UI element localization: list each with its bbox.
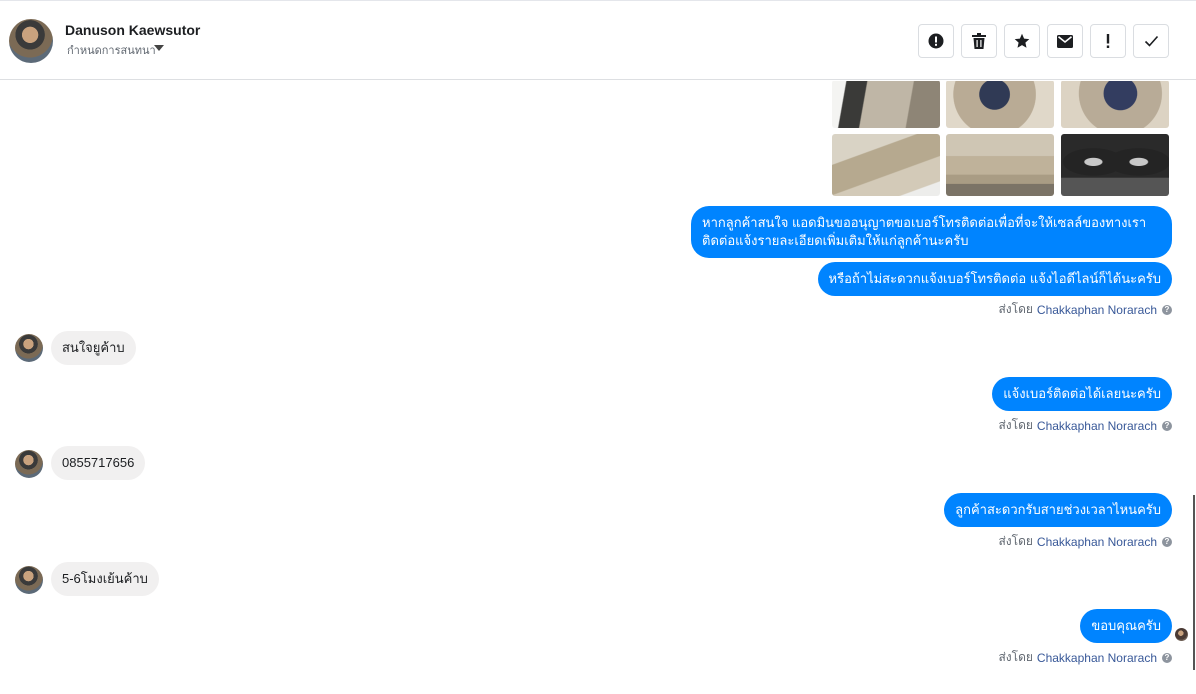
message-text: หรือถ้าไม่สะดวกแจ้งเบอร์โทรติดต่อ แจ้งไอ… [828, 271, 1161, 286]
sent-by-label: ส่งโดย Chakkaphan Norarach ? [998, 300, 1172, 319]
sender-name-link[interactable]: Chakkaphan Norarach [1037, 303, 1157, 317]
sender-name-link[interactable]: Chakkaphan Norarach [1037, 419, 1157, 433]
incoming-message[interactable]: สนใจยูค้าบ [51, 331, 136, 365]
sent-by-prefix: ส่งโดย [998, 650, 1033, 664]
alert-circle-icon [928, 33, 944, 49]
message-text-line: หากลูกค้าสนใจ แอดมินขออนุญาตขอเบอร์โทรติ… [702, 215, 1147, 230]
sender-name-link[interactable]: Chakkaphan Norarach [1037, 535, 1157, 549]
message-text: ลูกค้าสะดวกรับสายช่วงเวลาไหนครับ [955, 502, 1161, 517]
message-thread[interactable]: หากลูกค้าสนใจ แอดมินขออนุญาตขอเบอร์โทรติ… [0, 81, 1196, 694]
photo-steering-wheel-2[interactable] [1061, 81, 1169, 128]
outgoing-message[interactable]: ลูกค้าสะดวกรับสายช่วงเวลาไหนครับ [944, 493, 1172, 527]
outgoing-message[interactable]: หรือถ้าไม่สะดวกแจ้งเบอร์โทรติดต่อ แจ้งไอ… [817, 262, 1172, 296]
help-icon[interactable]: ? [1162, 652, 1172, 663]
sender-name-link[interactable]: Chakkaphan Norarach [1037, 651, 1157, 665]
message-text: ขอบคุณครับ [1091, 618, 1161, 633]
help-icon[interactable]: ? [1162, 536, 1172, 547]
sent-by-prefix: ส่งโดย [998, 418, 1033, 432]
message-text: 5-6โมงเย้นค้าบ [62, 571, 148, 586]
incoming-message[interactable]: 5-6โมงเย้นค้าบ [51, 562, 159, 596]
scrollbar-thumb[interactable] [1193, 495, 1195, 670]
message-text: แจ้งเบอร์ติดต่อได้เลยนะครับ [1003, 386, 1161, 401]
sent-by-label: ส่งโดย Chakkaphan Norarach ? [998, 648, 1172, 667]
sent-by-prefix: ส่งโดย [998, 302, 1033, 316]
trash-icon [972, 33, 986, 49]
exclamation-icon [1106, 34, 1110, 48]
sent-by-prefix: ส่งโดย [998, 534, 1033, 548]
envelope-icon [1057, 34, 1073, 48]
help-icon[interactable]: ? [1162, 304, 1172, 315]
message-text: 0855717656 [62, 455, 135, 470]
incoming-message[interactable]: 0855717656 [51, 446, 146, 480]
message-text-line: ติดต่อแจ้งรายละเอียดเพิ่มเติมให้แก่ลูกค้… [702, 233, 969, 248]
contact-avatar-small[interactable] [15, 334, 43, 362]
contact-avatar-small[interactable] [15, 566, 43, 594]
photo-rear-seats[interactable] [946, 134, 1054, 196]
follow-up-button[interactable] [1090, 24, 1126, 58]
spam-button[interactable] [918, 24, 954, 58]
contact-name[interactable]: Danuson Kaewsutor [65, 22, 200, 38]
mark-done-button[interactable] [1133, 24, 1169, 58]
sent-by-label: ส่งโดย Chakkaphan Norarach ? [998, 416, 1172, 435]
outgoing-message[interactable]: แจ้งเบอร์ติดต่อได้เลยนะครับ [992, 377, 1172, 411]
contact-avatar[interactable] [9, 19, 53, 63]
seen-avatar [1175, 628, 1188, 641]
outgoing-message[interactable]: หากลูกค้าสนใจ แอดมินขออนุญาตขอเบอร์โทรติ… [691, 206, 1172, 258]
sent-by-label: ส่งโดย Chakkaphan Norarach ? [998, 532, 1172, 551]
conversation-settings-label[interactable]: กำหนดการสนทนา [67, 43, 156, 54]
mark-unread-button[interactable] [1047, 24, 1083, 58]
star-icon [1014, 33, 1030, 48]
star-button[interactable] [1004, 24, 1040, 58]
conversation-header: Danuson Kaewsutor กำหนดการสนทนา [0, 0, 1196, 80]
photo-dashboard-side[interactable] [832, 134, 940, 196]
outgoing-message[interactable]: ขอบคุณครับ [1080, 609, 1172, 643]
message-text: สนใจยูค้าบ [62, 340, 125, 355]
photo-steering-wheel-1[interactable] [946, 81, 1054, 128]
check-icon [1144, 35, 1158, 47]
contact-avatar-small[interactable] [15, 450, 43, 478]
caret-down-icon[interactable] [154, 45, 164, 51]
photo-door-interior[interactable] [832, 81, 940, 128]
photo-instrument-cluster[interactable] [1061, 134, 1169, 196]
delete-button[interactable] [961, 24, 997, 58]
help-icon[interactable]: ? [1162, 420, 1172, 431]
